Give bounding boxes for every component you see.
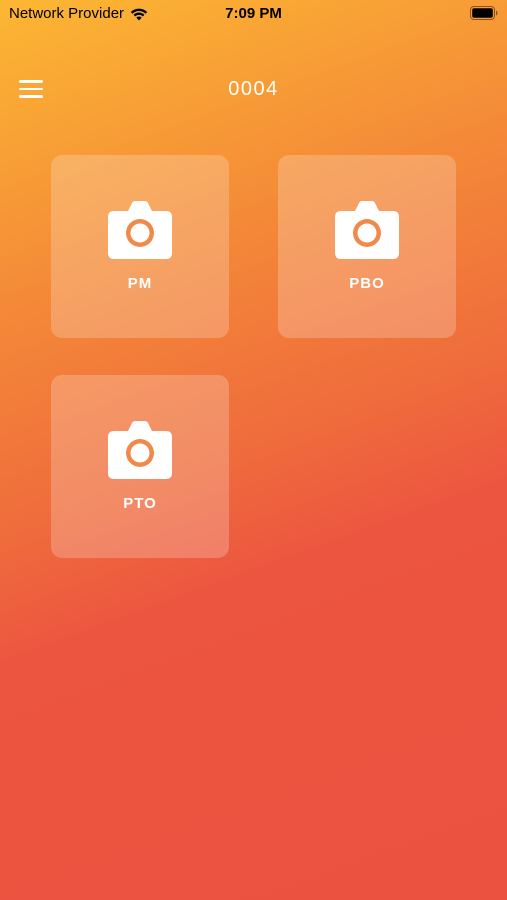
tile-pbo[interactable]: PBO xyxy=(278,155,456,338)
tile-label: PBO xyxy=(349,275,385,292)
tile-label: PM xyxy=(127,275,153,292)
status-bar: Network Provider 7:09 PM xyxy=(0,0,507,28)
nav-bar: 0004 xyxy=(0,70,507,110)
tile-label: PTO xyxy=(123,495,157,512)
tile-pto[interactable]: PTO xyxy=(51,375,229,558)
status-time: 7:09 PM xyxy=(225,5,282,22)
camera-icon xyxy=(108,201,172,259)
page-title: 0004 xyxy=(228,78,279,100)
tile-pm[interactable]: PM xyxy=(51,155,229,338)
camera-icon xyxy=(335,201,399,259)
camera-icon xyxy=(108,421,172,479)
battery-icon xyxy=(470,6,498,20)
